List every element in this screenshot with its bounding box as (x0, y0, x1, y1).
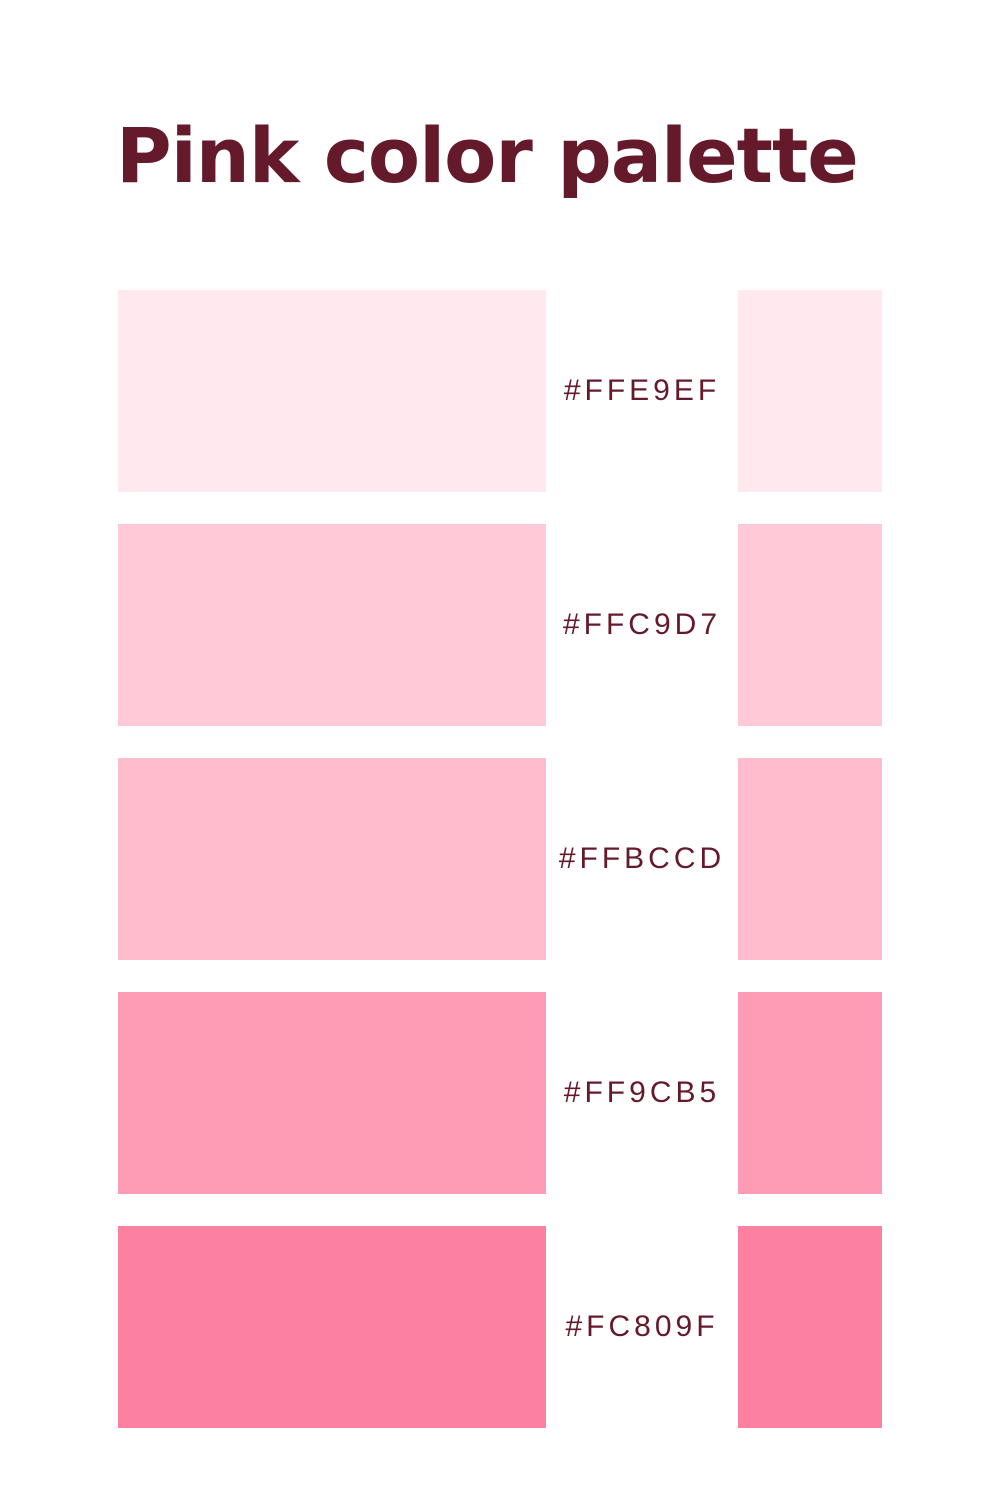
palette-row: #FFE9EF (118, 290, 882, 492)
color-swatch-large (118, 524, 546, 726)
hex-code-label: #FC809F (565, 1310, 719, 1343)
hex-code-label: #FFC9D7 (562, 608, 722, 641)
color-swatch-large (118, 758, 546, 960)
color-swatch-large (118, 1226, 546, 1428)
color-swatch-large (118, 992, 546, 1194)
color-swatch-small (738, 290, 882, 492)
palette-row: #FC809F (118, 1226, 882, 1428)
color-swatch-small (738, 992, 882, 1194)
page-title: Pink color palette (116, 111, 859, 200)
color-swatch-small (738, 1226, 882, 1428)
hex-code-label: #FFBCCD (558, 842, 726, 875)
hex-code-label: #FFE9EF (563, 374, 721, 407)
hex-code-label: #FF9CB5 (563, 1076, 721, 1109)
palette-row: #FF9CB5 (118, 992, 882, 1194)
color-palette: #FFE9EF #FFC9D7 #FFBCCD #FF9CB5 #FC809F (118, 290, 882, 1428)
color-swatch-large (118, 290, 546, 492)
color-swatch-small (738, 758, 882, 960)
color-swatch-small (738, 524, 882, 726)
palette-row: #FFC9D7 (118, 524, 882, 726)
palette-row: #FFBCCD (118, 758, 882, 960)
